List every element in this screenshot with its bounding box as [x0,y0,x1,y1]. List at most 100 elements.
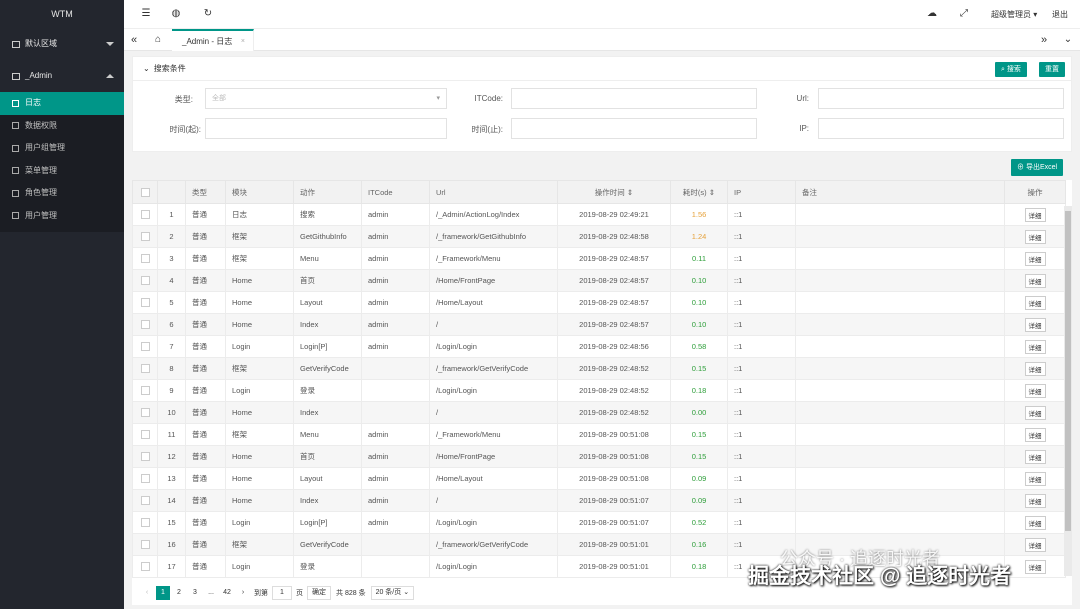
row-checkbox[interactable] [140,342,150,352]
goto-page-input[interactable]: 1 [272,586,292,600]
fullscreen-icon[interactable]: ⤢ [958,8,970,20]
double-chevron-left-icon[interactable]: « [128,34,140,46]
sidebar-item-user-group[interactable]: 用户组管理 [0,137,124,160]
cell-module: Login [225,335,294,358]
export-excel-button[interactable]: ⊕ 导出Excel [1011,159,1064,176]
page-1[interactable]: 1 [156,586,170,600]
cell-operation: 详细 [1004,401,1066,424]
row-checkbox[interactable] [140,474,150,484]
table-row: 8 普通 框架 GetVerifyCode /_framework/GetVerifyC… [132,357,1066,380]
row-checkbox[interactable] [140,276,150,286]
vertical-scrollbar[interactable] [1064,206,1072,576]
close-icon[interactable]: × [241,31,245,53]
detail-button[interactable]: 详细 [1024,405,1046,420]
user-menu[interactable]: 超级管理员 ▾ [991,0,1037,29]
detail-button[interactable]: 详细 [1024,493,1046,508]
col-duration[interactable]: 耗时(s) ⇕ [670,180,728,204]
row-checkbox[interactable] [140,364,150,374]
row-checkbox[interactable] [140,298,150,308]
search-header[interactable]: ⌄ 搜索条件 [133,57,1071,81]
theme-icon[interactable]: ☁ [926,8,938,20]
cell-url: /Login/Login [429,555,558,578]
sort-icon[interactable]: ⇕ [627,188,633,197]
cell-time: 2019-08-29 00:51:08 [557,467,671,490]
detail-button[interactable]: 详细 [1024,449,1046,464]
row-checkbox[interactable] [140,540,150,550]
detail-button[interactable]: 详细 [1024,383,1046,398]
row-checkbox[interactable] [140,430,150,440]
page-last[interactable]: 42 [220,586,234,600]
col-action[interactable]: 动作 [293,180,362,204]
select-all-checkbox[interactable] [140,187,150,197]
sidebar-item-role[interactable]: 角色管理 [0,182,124,205]
itcode-input[interactable] [511,88,757,109]
ip-input[interactable] [818,118,1064,139]
sort-icon[interactable]: ⇕ [709,188,715,197]
cell-operation: 详细 [1004,291,1066,314]
menu-toggle-icon[interactable]: ☰ [140,8,152,20]
sidebar-item-menu[interactable]: 菜单管理 [0,160,124,183]
scrollbar-thumb[interactable] [1065,211,1071,531]
detail-button[interactable]: 详细 [1024,427,1046,442]
url-input[interactable] [818,88,1064,109]
detail-button[interactable]: 详细 [1024,317,1046,332]
col-module[interactable]: 模块 [225,180,294,204]
detail-button[interactable]: 详细 [1024,295,1046,310]
cell-remark [795,335,1005,358]
sidebar-item-log[interactable]: 日志 [0,92,124,115]
tab-admin-log[interactable]: _Admin - 日志 × [172,29,254,51]
page-size-select[interactable]: 20 条/页 ⌄ [370,586,415,600]
refresh-icon[interactable]: ↻ [202,8,214,20]
row-checkbox[interactable] [140,254,150,264]
row-checkbox[interactable] [140,518,150,528]
cell-url: /Home/FrontPage [429,445,558,468]
search-button[interactable]: ⌕ 搜索 [995,62,1027,77]
row-checkbox[interactable] [140,452,150,462]
globe-icon[interactable]: ◍ [170,8,182,20]
goto-confirm-button[interactable]: 确定 [307,586,331,600]
next-page-icon[interactable]: › [236,586,250,600]
detail-button[interactable]: 详细 [1024,273,1046,288]
sidebar-item-data-privilege[interactable]: 数据权限 [0,115,124,138]
ip-label: IP: [799,124,809,133]
detail-button[interactable]: 详细 [1024,339,1046,354]
cell-action: Index [293,489,362,512]
row-checkbox[interactable] [140,386,150,396]
reset-button[interactable]: 重置 [1039,62,1065,77]
cell-ip: ::1 [727,247,796,270]
detail-button[interactable]: 详细 [1024,251,1046,266]
detail-button[interactable]: 详细 [1024,515,1046,530]
col-remark[interactable]: 备注 [795,180,1005,204]
col-type[interactable]: 类型 [185,180,226,204]
cell-type: 普通 [185,511,226,534]
col-ip[interactable]: IP [727,180,796,204]
prev-page-icon[interactable]: ‹ [140,586,154,600]
detail-button[interactable]: 详细 [1024,207,1046,222]
detail-button[interactable]: 详细 [1024,471,1046,486]
col-time[interactable]: 操作时间 ⇕ [557,180,671,204]
row-checkbox[interactable] [140,408,150,418]
row-checkbox[interactable] [140,562,150,572]
col-itcode[interactable]: ITCode [361,180,430,204]
row-checkbox[interactable] [140,496,150,506]
home-icon[interactable]: ⌂ [152,34,164,46]
row-checkbox[interactable] [140,210,150,220]
page-2[interactable]: 2 [172,586,186,600]
detail-button[interactable]: 详细 [1024,229,1046,244]
row-checkbox[interactable] [140,232,150,242]
detail-button[interactable]: 详细 [1024,537,1046,552]
time-to-input[interactable] [511,118,757,139]
sidebar-group-admin[interactable]: _Admin [0,60,124,92]
sidebar-item-user[interactable]: 用户管理 [0,205,124,228]
logout-link[interactable]: 退出 [1052,0,1068,29]
type-select[interactable]: 全部 ▾ [205,88,447,109]
detail-button[interactable]: 详细 [1024,361,1046,376]
col-url[interactable]: Url [429,180,558,204]
chevron-down-icon[interactable]: ⌄ [1062,34,1074,46]
page-3[interactable]: 3 [188,586,202,600]
row-checkbox[interactable] [140,320,150,330]
double-chevron-right-icon[interactable]: » [1038,34,1050,46]
time-from-input[interactable] [205,118,447,139]
detail-button[interactable]: 详细 [1024,559,1046,574]
sidebar-group-default[interactable]: 默认区域 [0,28,124,60]
